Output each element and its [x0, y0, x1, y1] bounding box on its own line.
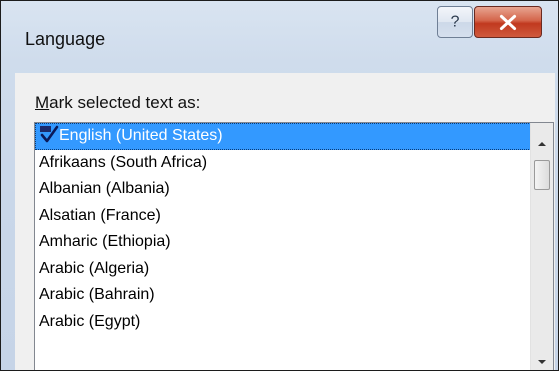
language-list-item[interactable]: Amharic (Ethiopia): [35, 229, 531, 256]
language-list-item[interactable]: Afrikaans (South Africa): [35, 150, 531, 177]
language-list-item-label: Arabic (Egypt): [39, 312, 141, 330]
dialog-title: Language: [25, 29, 106, 49]
language-list-item[interactable]: Alsatian (France): [35, 203, 531, 230]
scroll-down-button[interactable]: [531, 351, 553, 370]
language-listbox[interactable]: English (United States) Afrikaans (South …: [34, 122, 554, 370]
svg-text:?: ?: [451, 14, 460, 31]
language-list-item-label: Arabic (Algeria): [39, 259, 150, 277]
language-list-item-label: Amharic (Ethiopia): [39, 233, 171, 250]
close-button[interactable]: [474, 6, 542, 38]
language-list-item-label: Albanian (Albania): [39, 180, 170, 197]
scroll-up-button[interactable]: [531, 133, 553, 155]
language-list-item-label: Arabic (Bahrain): [39, 286, 155, 303]
language-list-item[interactable]: Albanian (Albania): [35, 176, 531, 203]
language-list-item[interactable]: Arabic (Bahrain): [35, 282, 531, 309]
vertical-scrollbar[interactable]: [530, 123, 553, 370]
scroll-up-arrow-icon: [538, 142, 546, 146]
help-icon: ?: [451, 14, 460, 31]
mark-selected-text-label: Mark selected text as:: [35, 93, 200, 113]
mark-label-text: ark selected text as:: [49, 93, 201, 112]
help-button[interactable]: ?: [437, 6, 473, 38]
close-icon: [499, 14, 517, 31]
language-list-items: English (United States) Afrikaans (South …: [35, 123, 531, 335]
language-list-item[interactable]: Arabic (Algeria): [35, 256, 531, 283]
language-dialog: Language ? Mark selected text as: Englis…: [0, 0, 559, 371]
mark-label-accesskey: M: [35, 93, 50, 112]
scroll-thumb[interactable]: [534, 160, 550, 190]
spelling-abc-check-icon: [40, 125, 59, 143]
dialog-client-area: Mark selected text as: English (United S…: [15, 73, 555, 370]
language-list-item-label: English (United States): [59, 127, 223, 144]
language-list-item-label: Afrikaans (South Africa): [39, 153, 208, 171]
language-list-item[interactable]: Arabic (Egypt): [35, 309, 531, 336]
scroll-down-arrow-icon: [538, 360, 546, 364]
language-list-item-label: Alsatian (France): [39, 206, 161, 224]
language-list-item[interactable]: English (United States): [35, 123, 531, 150]
